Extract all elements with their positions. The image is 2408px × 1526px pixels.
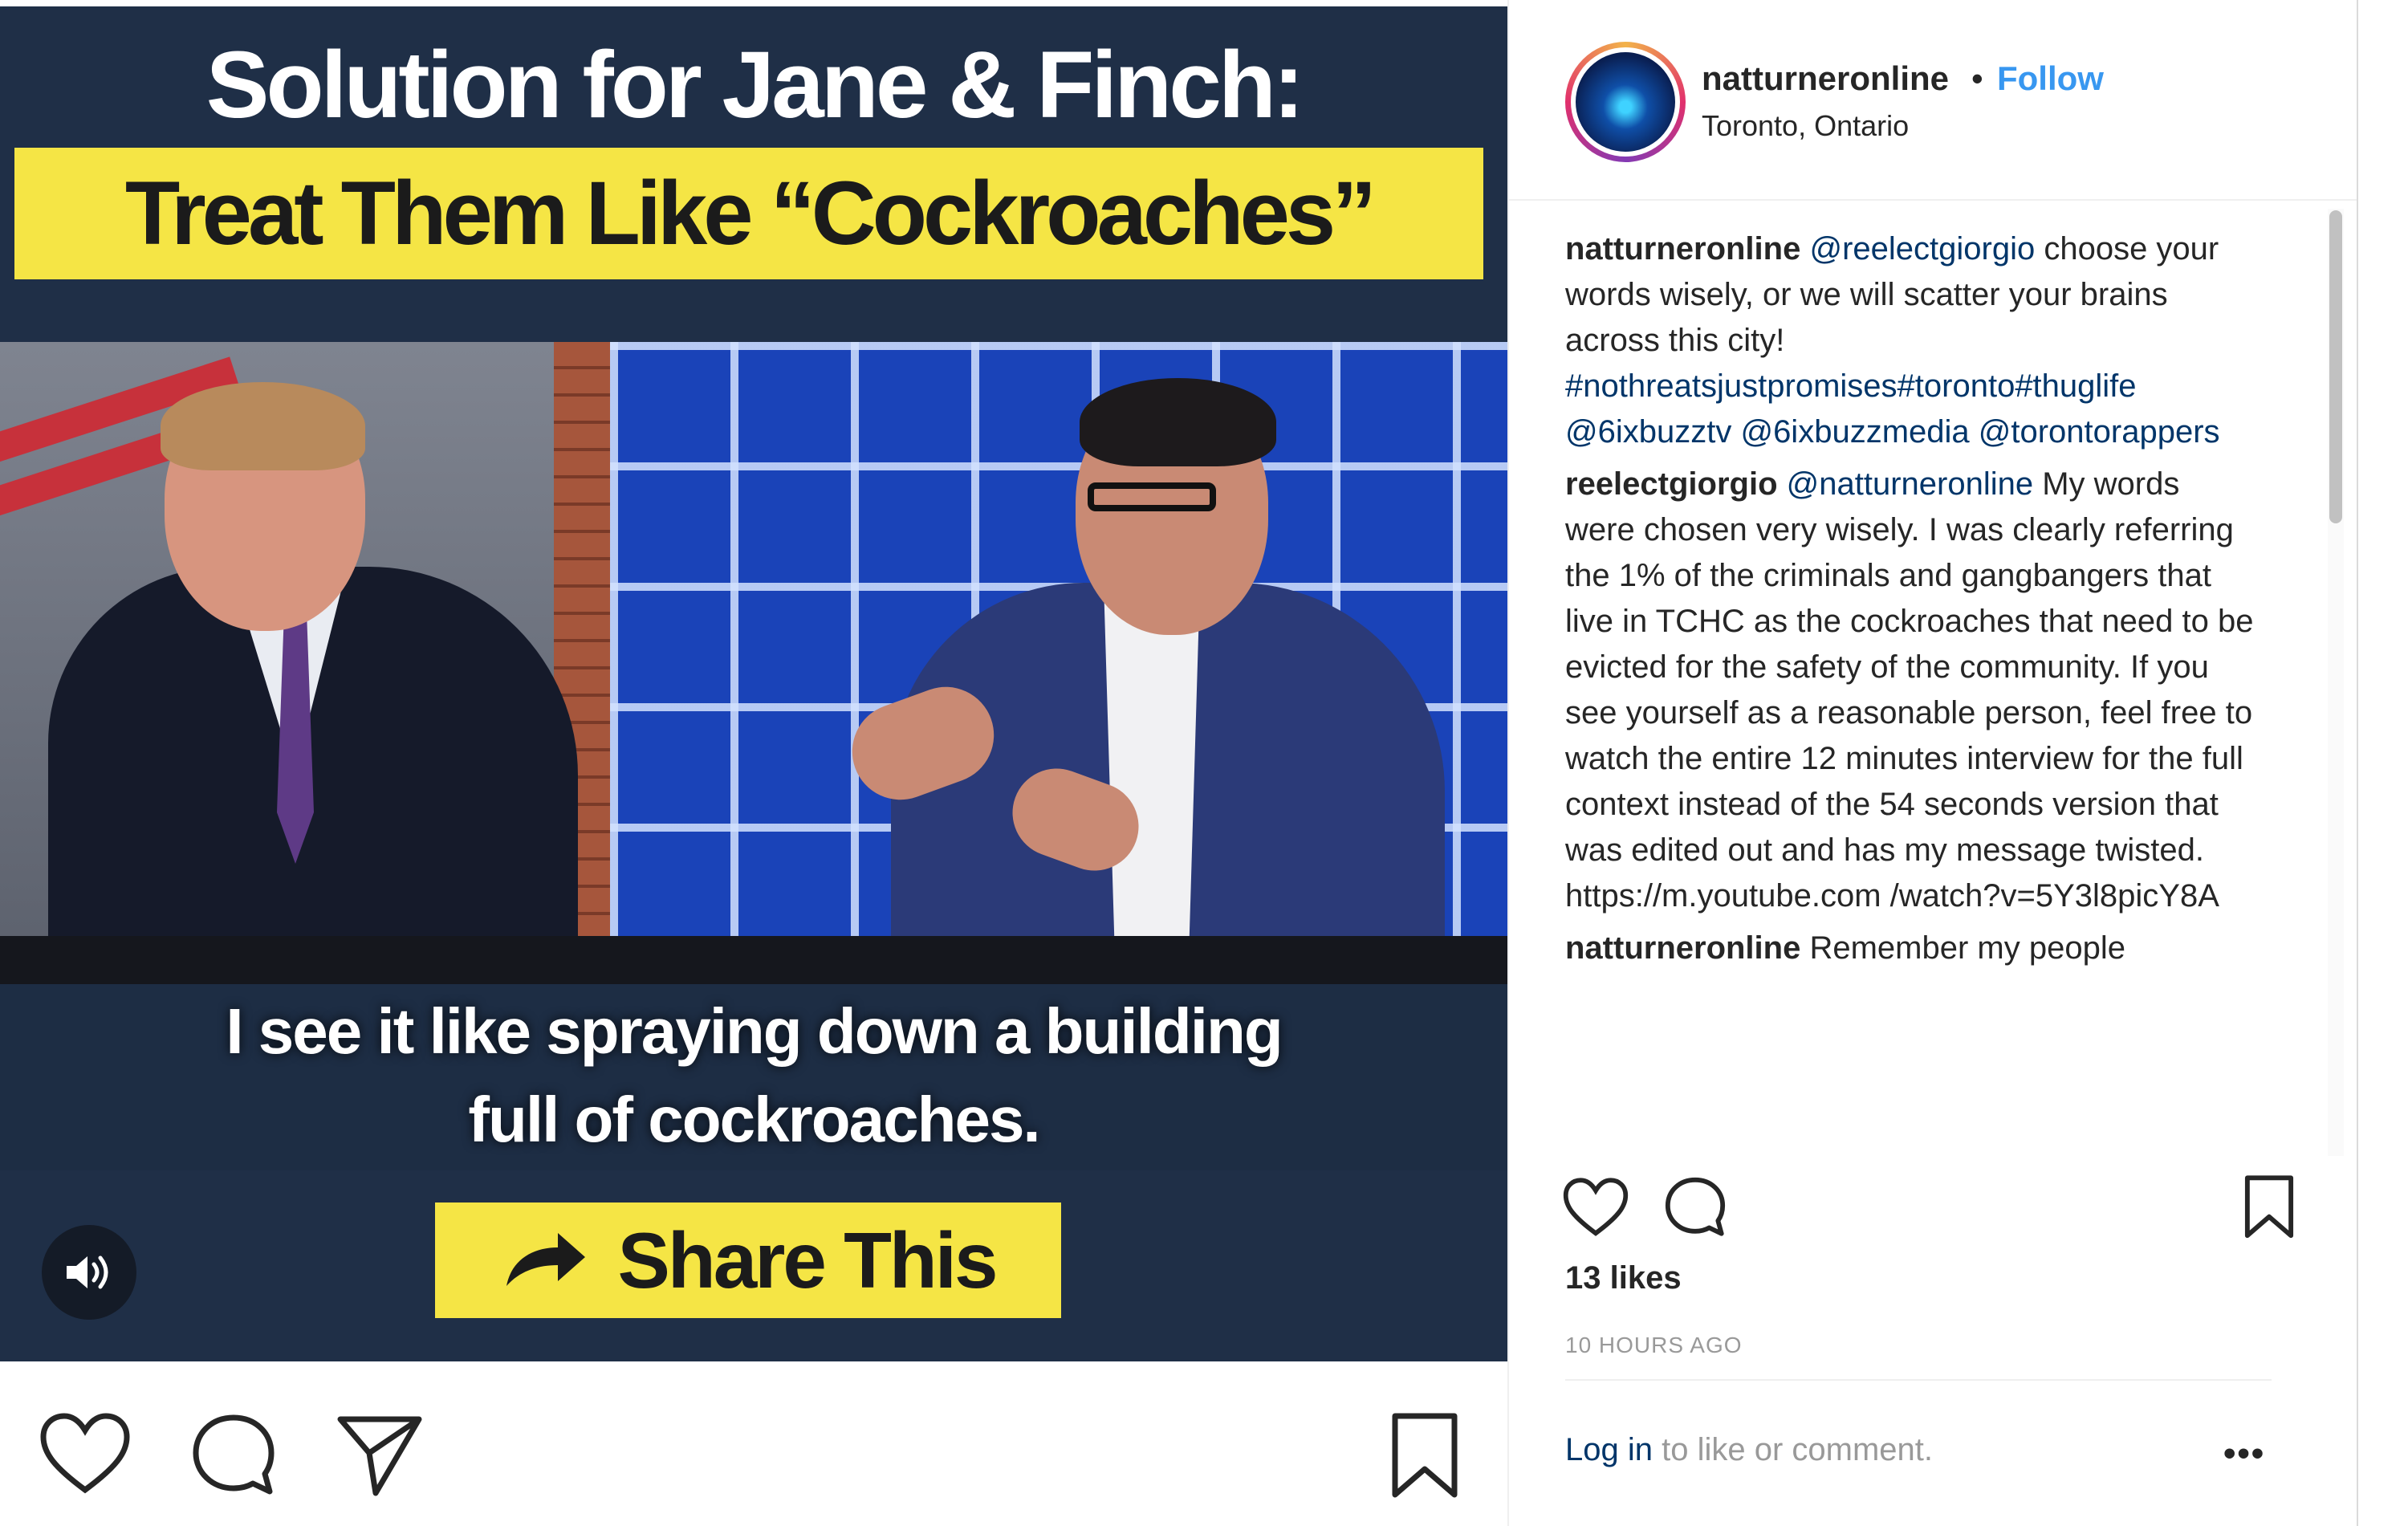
right-guest-hair [1080, 378, 1276, 466]
video-frame [0, 342, 1507, 984]
studio-desk [0, 936, 1507, 984]
video-caption-line: I see it like spraying down a building [226, 995, 1283, 1067]
right-guest-glasses [1088, 482, 1216, 511]
sound-toggle-button[interactable] [42, 1225, 136, 1320]
share-this-banner: Share This [435, 1202, 1061, 1318]
comment-item: natturneronline @reelectgiorgio choose y… [1565, 226, 2255, 455]
share-icon[interactable] [336, 1411, 424, 1500]
comment-list: natturneronline @reelectgiorgio choose y… [1565, 226, 2255, 1156]
login-prompt-text: Log in to like or comment. [1565, 1432, 1933, 1468]
share-this-label: Share This [617, 1215, 998, 1304]
more-options-icon[interactable]: ••• [2223, 1434, 2265, 1474]
speaker-icon [67, 1255, 108, 1289]
comment-icon[interactable] [189, 1411, 278, 1500]
login-prompt: Log in to like or comment. ••• [1565, 1379, 2272, 1526]
post-video[interactable]: Solution for Jane & Finch: Treat Them Li… [0, 6, 1507, 1361]
video-headline-highlight: Treat Them Like “Cockroaches” [14, 148, 1483, 279]
comment-hashtags[interactable]: #nothreatsjustpromises#toronto#thuglife … [1565, 368, 2220, 450]
avatar-image [1576, 52, 1675, 152]
comment-username[interactable]: natturneronline [1565, 231, 1800, 267]
heart-icon[interactable] [1562, 1177, 1629, 1238]
video-caption-line: full of cockroaches. [468, 1084, 1040, 1155]
header-separator: • [1971, 59, 1983, 97]
post-username[interactable]: natturneronline [1702, 59, 1949, 98]
comment-username[interactable]: reelectgiorgio [1565, 466, 1778, 502]
comment-item: reelectgiorgio @natturneronline My words… [1565, 462, 2255, 919]
post-location[interactable]: Toronto, Ontario [1702, 109, 1909, 143]
login-prompt-rest: to like or comment. [1652, 1432, 1933, 1467]
heart-icon[interactable] [39, 1411, 132, 1496]
comment-mention[interactable]: @natturneronline [1787, 466, 2033, 502]
comment-scrollbar-thumb[interactable] [2329, 210, 2342, 523]
video-headline-quote: Treat Them Like “Cockroaches” [124, 163, 1377, 263]
post-timestamp[interactable]: 10 HOURS AGO [1565, 1333, 1743, 1358]
media-action-bar [0, 1361, 1507, 1526]
video-headline: Solution for Jane & Finch: [205, 32, 1304, 138]
comment-text: Remember my people [1800, 930, 2125, 966]
post-side-panel: natturneronline • Follow Toronto, Ontari… [1507, 0, 2358, 1526]
share-arrow-icon [506, 1233, 586, 1286]
like-count[interactable]: 13 likes [1565, 1260, 1682, 1296]
follow-button[interactable]: Follow [1997, 59, 2104, 98]
left-guest-hair [161, 382, 365, 470]
comment-mention[interactable]: @reelectgiorgio [1809, 231, 2035, 267]
avatar[interactable] [1565, 42, 1686, 162]
login-link[interactable]: Log in [1565, 1432, 1653, 1467]
video-caption: I see it like spraying down a building f… [0, 987, 1507, 1164]
comment-text: My words were chosen very wisely. I was … [1565, 466, 2254, 914]
comment-icon[interactable] [1663, 1175, 1727, 1239]
comment-username[interactable]: natturneronline [1565, 930, 1800, 966]
bookmark-icon[interactable] [2243, 1174, 2296, 1241]
post-header: natturneronline • Follow Toronto, Ontari… [1509, 0, 2357, 201]
comment-item: natturneronline Remember my people [1565, 926, 2255, 971]
bookmark-icon[interactable] [1389, 1411, 1461, 1501]
